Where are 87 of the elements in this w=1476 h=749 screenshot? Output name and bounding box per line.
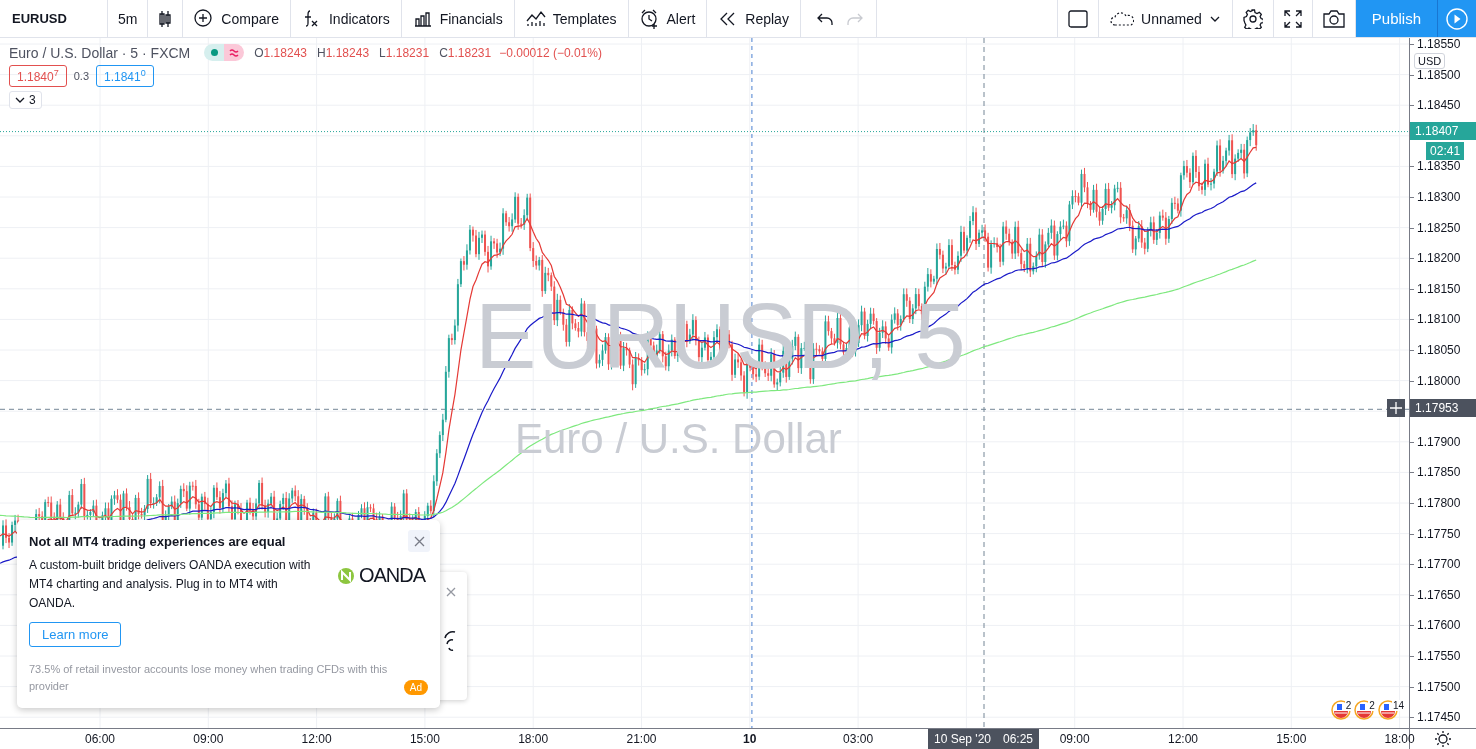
crosshair-price-label: 1.17953: [1410, 399, 1476, 417]
symbol-title: Euro / U.S. Dollar · 5 · FXCM: [9, 44, 191, 61]
crosshair-date-label: 10 Sep '20: [934, 732, 991, 746]
square-icon[interactable]: [1068, 9, 1089, 28]
time-label: 18:00: [518, 732, 549, 746]
time-label: 06:00: [85, 732, 115, 746]
time-label: 21:00: [626, 732, 657, 746]
price-label: 1.17550: [1410, 648, 1461, 664]
ad-text: A custom-built bridge delivers OANDA execution with MT4 charting and analysis. Plug in to MT4 with OANDA.: [29, 557, 312, 612]
ohlc-value: 1.18231: [385, 45, 430, 60]
ad-badge: Ad: [403, 680, 428, 695]
time-label: 15:00: [409, 732, 440, 746]
candlestick-icon[interactable]: [158, 8, 173, 29]
price-label: 1.18200: [1410, 250, 1461, 267]
caret-icon: [15, 96, 25, 104]
ohlc-label: C: [439, 45, 448, 60]
settings-icon[interactable]: [1435, 731, 1451, 747]
logo-icon: [336, 566, 355, 585]
price-label: 1.18250: [1410, 219, 1461, 236]
price-label: 1.17450: [1410, 709, 1461, 726]
play-icon[interactable]: [1446, 7, 1468, 30]
price-label: 1.17800: [1410, 495, 1461, 511]
time-label: 12:00: [1168, 732, 1198, 746]
countdown-label: 02:41: [1426, 142, 1465, 160]
settings-icon[interactable]: [1242, 8, 1263, 29]
ohlc-value: 1.18243: [325, 45, 370, 60]
interval-button[interactable]: 5m: [107, 0, 149, 37]
price-label: 1.17650: [1410, 586, 1461, 603]
spread-value: 0.3: [73, 70, 89, 82]
time-label: 09:00: [1059, 732, 1090, 746]
price-label: 1.17600: [1410, 617, 1461, 634]
symbol-search-button[interactable]: EURUSD: [0, 0, 108, 37]
price-label: 1.18350: [1410, 158, 1461, 175]
event-count: 2: [1368, 700, 1376, 711]
cloud-icon: [1110, 10, 1135, 27]
close-icon[interactable]: [445, 586, 457, 598]
price-label: 1.17900: [1410, 433, 1461, 450]
price-label: 1.18050: [1410, 342, 1461, 358]
ad-title: Not all MT4 trading experiences are equal: [29, 534, 287, 549]
price-label: 1.18450: [1410, 97, 1461, 114]
price-label: 1.17500: [1410, 678, 1461, 695]
disclaimer-text: 73.5% of retail investor accounts lose money when trading CFDs with this provider: [29, 662, 389, 694]
currency-button[interactable]: USD: [1414, 53, 1446, 69]
add-circle-icon: [194, 8, 215, 29]
price-label: 1.18150: [1410, 280, 1461, 297]
price-label: 1.18000: [1410, 372, 1461, 389]
replay-button[interactable]: Replay: [707, 0, 801, 37]
ohlc-label: O: [254, 45, 264, 60]
price-label: 1.17700: [1410, 556, 1461, 573]
close-icon: [413, 535, 425, 547]
time-label: 15:00: [1276, 732, 1307, 746]
curve-icon: [441, 628, 457, 652]
price-label: 1.17850: [1410, 464, 1461, 481]
crosshair-time-label: 06:25: [1003, 732, 1034, 746]
ohlc-value: 1.18231: [447, 45, 492, 60]
event-count: 2: [1344, 700, 1353, 711]
price-label: 1.17750: [1410, 525, 1461, 542]
ohlc-value: 1.18243: [263, 45, 307, 60]
time-label: 10: [743, 732, 757, 746]
time-label: 12:00: [301, 732, 332, 746]
fullscreen-icon[interactable]: [1283, 9, 1302, 28]
ohlc-label: H: [317, 45, 326, 60]
price-label: 1.18300: [1410, 189, 1461, 205]
layout-button[interactable]: Unnamed: [1099, 0, 1233, 37]
templates-button[interactable]: Templates: [514, 0, 629, 37]
plus-icon[interactable]: [1390, 402, 1403, 414]
alert-button[interactable]: Alert: [628, 0, 708, 37]
time-label: 09:00: [193, 732, 224, 746]
brand-name: OANDA: [358, 564, 425, 587]
event-count: 14: [1391, 700, 1406, 711]
alarm-clock-icon: [639, 8, 660, 29]
price-change: −0.00012 (−0.01%): [499, 45, 602, 60]
last-price-label: 1.18407: [1410, 122, 1476, 140]
time-label: 03:00: [843, 732, 874, 746]
sell-price-button[interactable]: 1.1840$^{7}$: [9, 65, 67, 87]
ohlc-label: L: [379, 45, 386, 60]
status-dot: [210, 49, 218, 56]
indicators-button[interactable]: Indicators: [290, 0, 402, 37]
indicators-toggle-button[interactable]: 3: [9, 91, 42, 109]
price-label: 1.18550: [1410, 36, 1461, 52]
financials-button[interactable]: Financials: [401, 0, 515, 37]
compare-button[interactable]: Compare: [183, 0, 291, 37]
close-button[interactable]: [408, 530, 430, 552]
price-label: 1.18500: [1410, 66, 1461, 83]
price-label: 1.18100: [1410, 311, 1461, 328]
camera-icon[interactable]: [1322, 8, 1345, 29]
wave-icon: [229, 47, 240, 58]
